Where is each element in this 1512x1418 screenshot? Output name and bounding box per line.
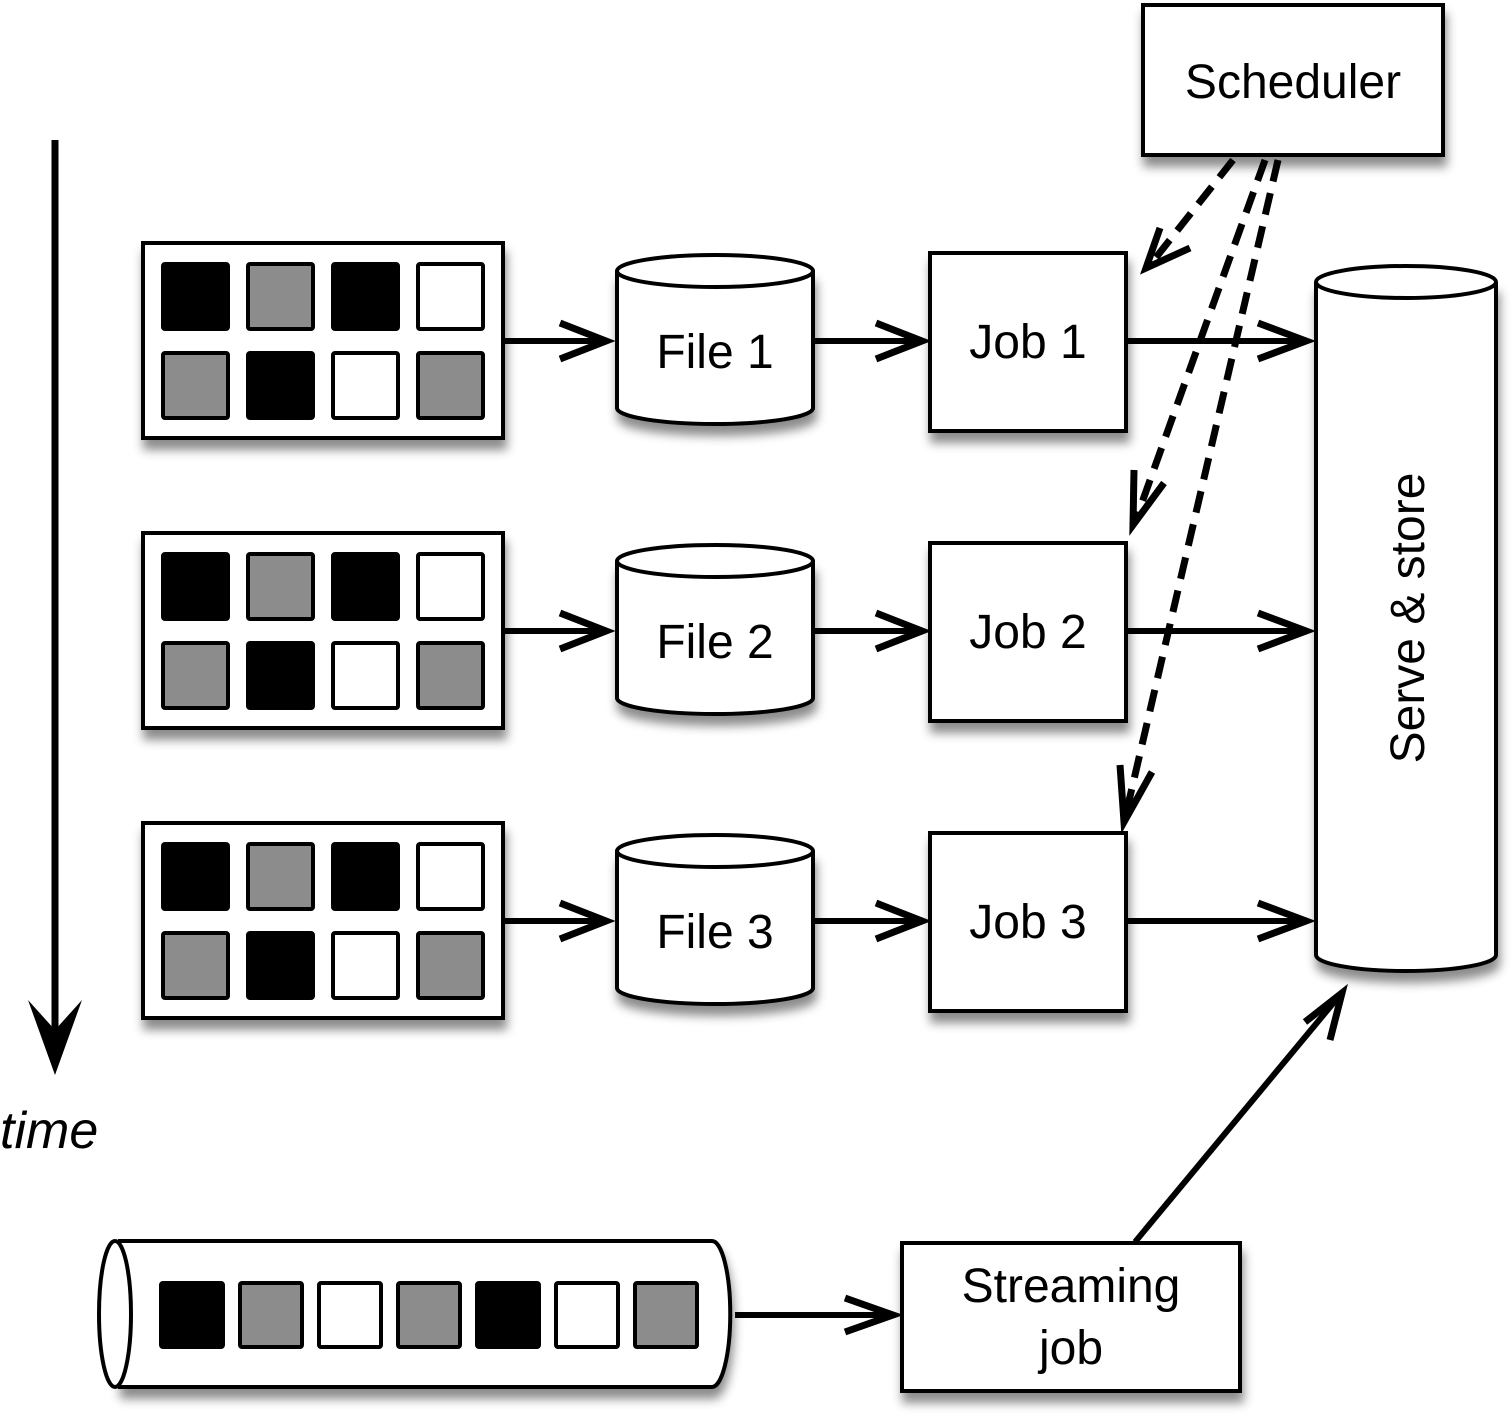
scheduler-label: Scheduler [1185, 56, 1401, 109]
stream-cell-black [159, 1281, 225, 1349]
stream-cell-white [554, 1281, 620, 1349]
file-cylinder: File 2 [615, 543, 815, 716]
record-cell-gray [416, 641, 485, 710]
job-box: Job 2 [928, 541, 1128, 723]
dashed-arrowhead-job2-icon [1129, 469, 1167, 536]
job-box: Job 3 [928, 831, 1128, 1013]
record-cell-white [331, 351, 400, 420]
batch-row-2: File 2 Job 2 [141, 531, 1316, 730]
file-label: File 2 [656, 616, 773, 669]
scheduler-box: Scheduler [1141, 3, 1445, 157]
record-cell-white [416, 552, 485, 621]
batch-grid [141, 821, 505, 1020]
record-cell-gray [416, 931, 485, 1000]
dashed-arrowhead-job1-icon [1139, 226, 1192, 275]
record-cell-gray [416, 351, 485, 420]
stream-pipe [97, 1239, 733, 1389]
job-label: Job 1 [969, 316, 1086, 369]
file-label: File 1 [656, 326, 773, 379]
streaming-job-label-line2: job [1037, 1322, 1103, 1375]
stream-cell-white [317, 1281, 383, 1349]
record-cell-black [246, 351, 315, 420]
record-cell-black [331, 552, 400, 621]
stream-cell-gray [633, 1281, 699, 1349]
file-cylinder: File 1 [615, 253, 815, 426]
batch-grid [141, 241, 505, 440]
record-cell-black [331, 262, 400, 331]
serve-store-label: Serve & store [1382, 473, 1435, 764]
record-cell-gray [161, 351, 230, 420]
arrow-streaming-to-store [1132, 993, 1343, 1244]
job-box: Job 1 [928, 251, 1128, 433]
stream-cell-black [475, 1281, 541, 1349]
architecture-diagram: time Scheduler Serve & store File 1 Job 1… [0, 3, 1498, 1393]
record-cell-gray [246, 262, 315, 331]
record-cell-gray [246, 552, 315, 621]
record-cell-black [161, 552, 230, 621]
stream-cell-gray [238, 1281, 304, 1349]
record-cell-black [161, 842, 230, 911]
record-cell-black [246, 931, 315, 1000]
record-cell-white [331, 641, 400, 710]
batch-row-1: File 1 Job 1 [141, 241, 1316, 440]
job-label: Job 3 [969, 896, 1086, 949]
time-label: time [0, 1102, 98, 1160]
record-cell-black [331, 842, 400, 911]
record-cell-gray [161, 641, 230, 710]
scheduler-trigger-arrows [1116, 157, 1282, 834]
record-cell-black [161, 262, 230, 331]
record-cell-white [416, 842, 485, 911]
batch-row-3: File 3 Job 3 [141, 821, 1316, 1020]
streaming-job-label-line1: Streaming [962, 1260, 1181, 1313]
streaming-job-box: Streaming job [900, 1241, 1242, 1393]
record-cell-gray [246, 842, 315, 911]
record-cell-gray [161, 931, 230, 1000]
record-cell-black [246, 641, 315, 710]
file-cylinder: File 3 [615, 833, 815, 1006]
serve-store-cylinder: Serve & store [1314, 264, 1498, 973]
record-cell-white [331, 931, 400, 1000]
time-axis: time [0, 140, 98, 1160]
stream-cell-gray [396, 1281, 462, 1349]
file-label: File 3 [656, 906, 773, 959]
record-cell-white [416, 262, 485, 331]
dashed-arrow-job1 [1147, 157, 1236, 268]
batch-grid [141, 531, 505, 730]
job-label: Job 2 [969, 606, 1086, 659]
